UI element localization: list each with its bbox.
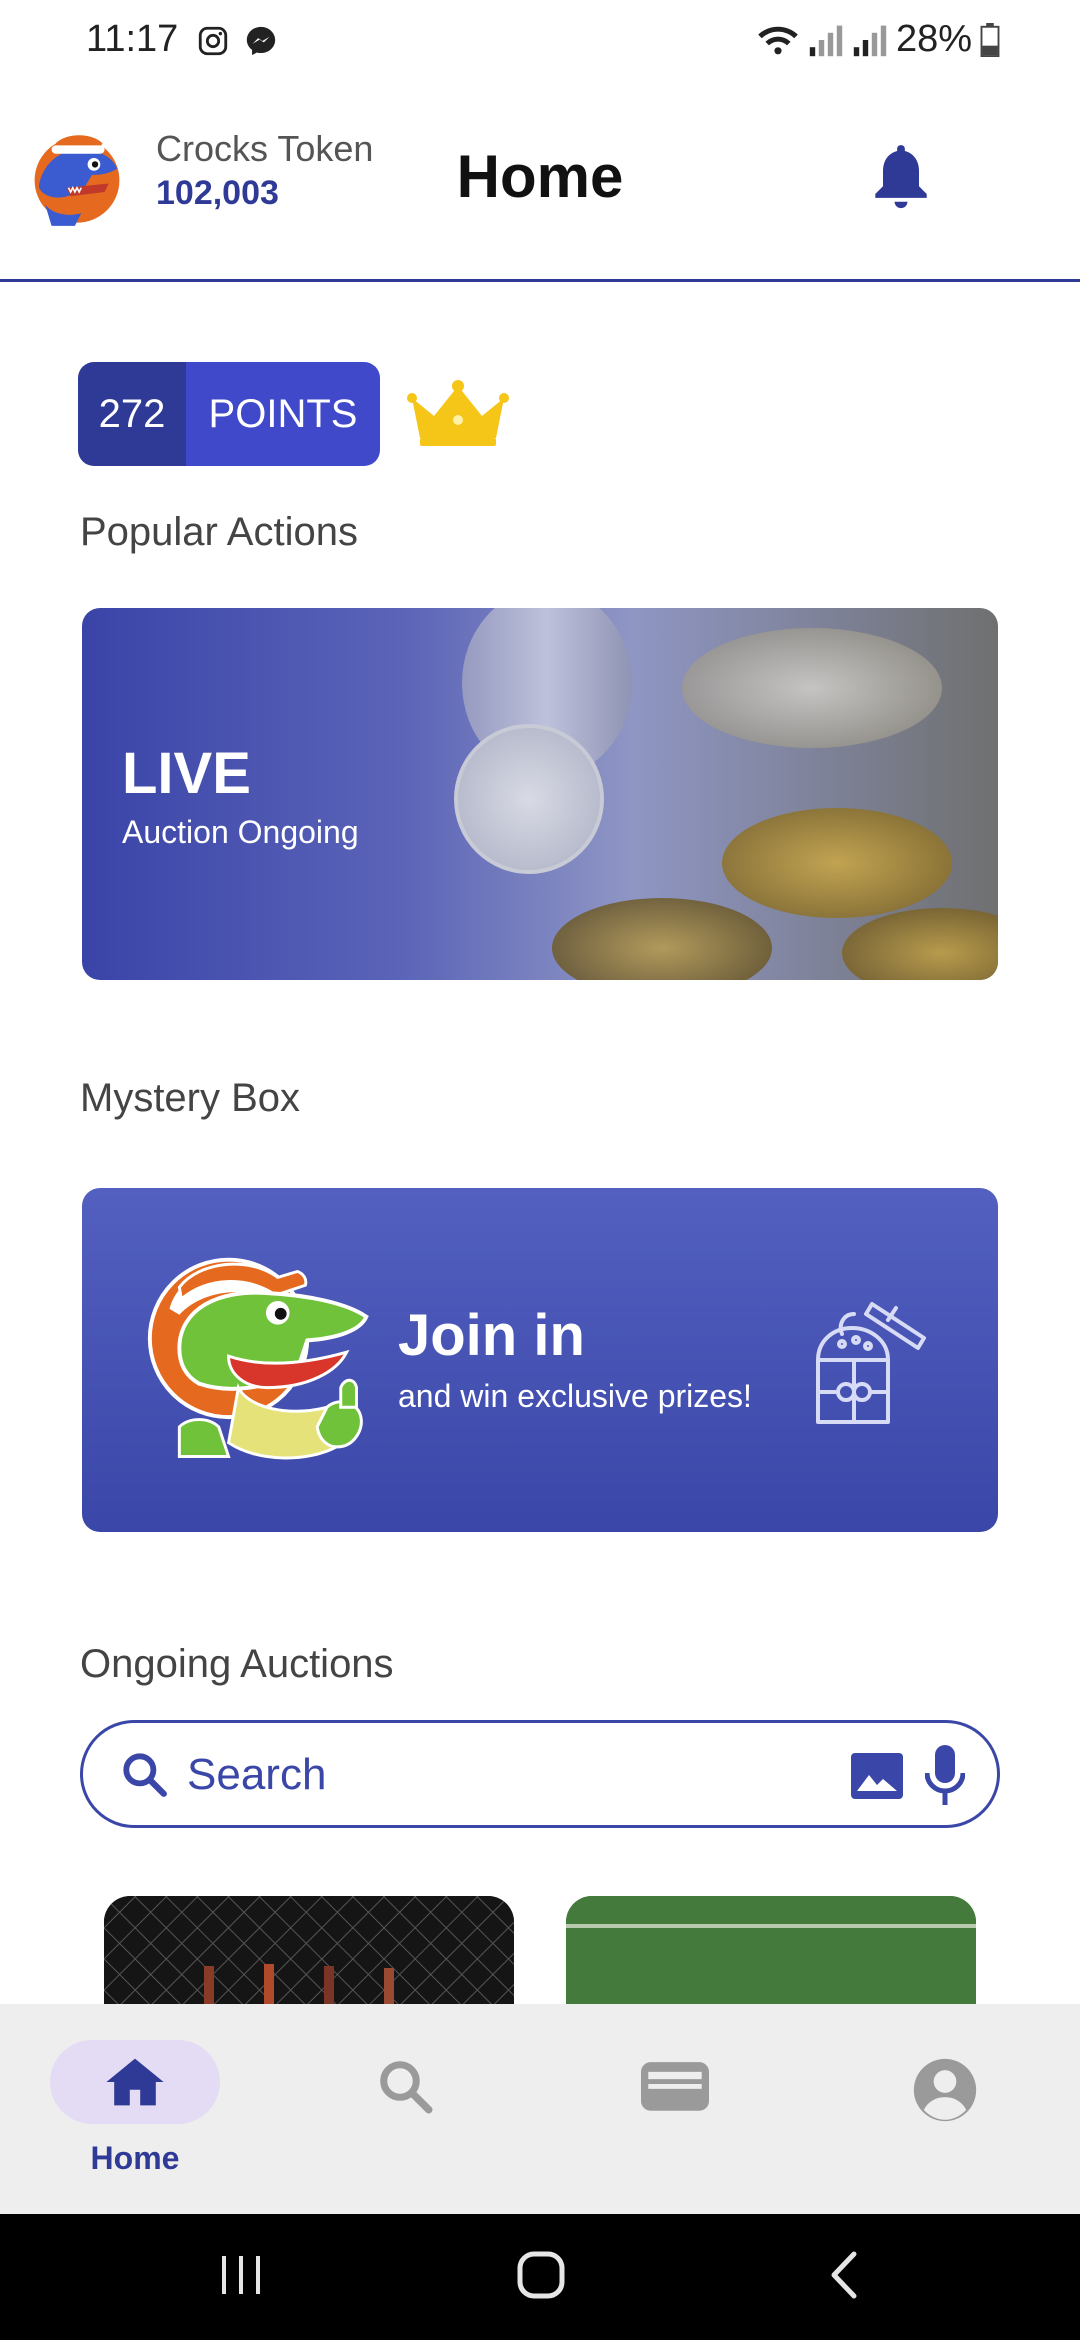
system-navigation-bar — [0, 2214, 1080, 2340]
mystery-box-heading: Mystery Box — [80, 1076, 301, 1120]
image-icon[interactable] — [851, 1753, 903, 1799]
home-button-icon[interactable] — [516, 2250, 566, 2300]
nav-account[interactable] — [860, 2040, 1030, 2180]
recent-apps-icon[interactable] — [216, 2250, 266, 2300]
crocodile-mascot — [147, 1257, 369, 1460]
gold-coin-image — [552, 898, 772, 980]
ongoing-auctions-heading: Ongoing Auctions — [80, 1642, 394, 1686]
nav-home[interactable]: Home — [50, 2040, 220, 2180]
gold-coin-image — [842, 908, 998, 980]
points-badge[interactable]: 272 POINTS — [78, 362, 380, 466]
search-icon — [380, 2061, 433, 2114]
search-bar[interactable] — [80, 1720, 1000, 1828]
auction-image — [566, 1896, 976, 2006]
gold-coin-image — [722, 808, 952, 918]
back-icon[interactable] — [820, 2250, 870, 2300]
crown-icon — [407, 380, 509, 446]
mic-icon[interactable] — [925, 1745, 965, 1807]
status-indicators: 28% — [756, 18, 1000, 61]
wifi-icon — [758, 26, 798, 54]
search-input[interactable] — [187, 1743, 787, 1807]
coin-image — [682, 628, 942, 748]
app-header: Crocks Token 102,003 Home — [0, 86, 1080, 282]
points-value: 272 — [78, 362, 186, 466]
popular-actions-heading: Popular Actions — [80, 510, 358, 554]
wallet-icon — [641, 2062, 709, 2111]
bell-icon[interactable] — [870, 140, 932, 212]
instagram-icon — [198, 26, 228, 56]
status-time: 11:17 — [86, 18, 179, 60]
battery-percentage: 28% — [895, 18, 972, 60]
join-subtitle: and win exclusive prizes! — [398, 1378, 752, 1414]
live-title: LIVE — [122, 741, 251, 806]
bottom-navigation: Home — [0, 2004, 1080, 2214]
auction-thumbnail[interactable] — [104, 1896, 514, 2006]
account-icon — [913, 2058, 977, 2122]
messenger-icon — [246, 26, 276, 56]
search-icon — [123, 1753, 167, 1797]
coin-image — [454, 724, 604, 874]
auction-image — [104, 1896, 514, 2006]
auction-thumbnail[interactable] — [566, 1896, 976, 2006]
battery-icon — [980, 22, 1000, 57]
mystery-box-icon — [816, 1302, 926, 1424]
join-title: Join in — [398, 1303, 585, 1368]
live-auction-card[interactable]: LIVE Auction Ongoing — [82, 608, 998, 980]
mystery-box-card[interactable]: Join in and win exclusive prizes! — [82, 1188, 998, 1532]
points-label: POINTS — [186, 362, 380, 466]
nav-search[interactable] — [320, 2040, 490, 2180]
signal-icon — [809, 25, 843, 56]
status-bar: 11:17 28% — [0, 0, 1080, 86]
home-icon — [106, 2058, 164, 2106]
nav-wallet[interactable] — [590, 2040, 760, 2180]
signal-icon — [853, 25, 887, 56]
nav-home-label: Home — [90, 2140, 180, 2176]
live-subtitle: Auction Ongoing — [122, 814, 359, 850]
